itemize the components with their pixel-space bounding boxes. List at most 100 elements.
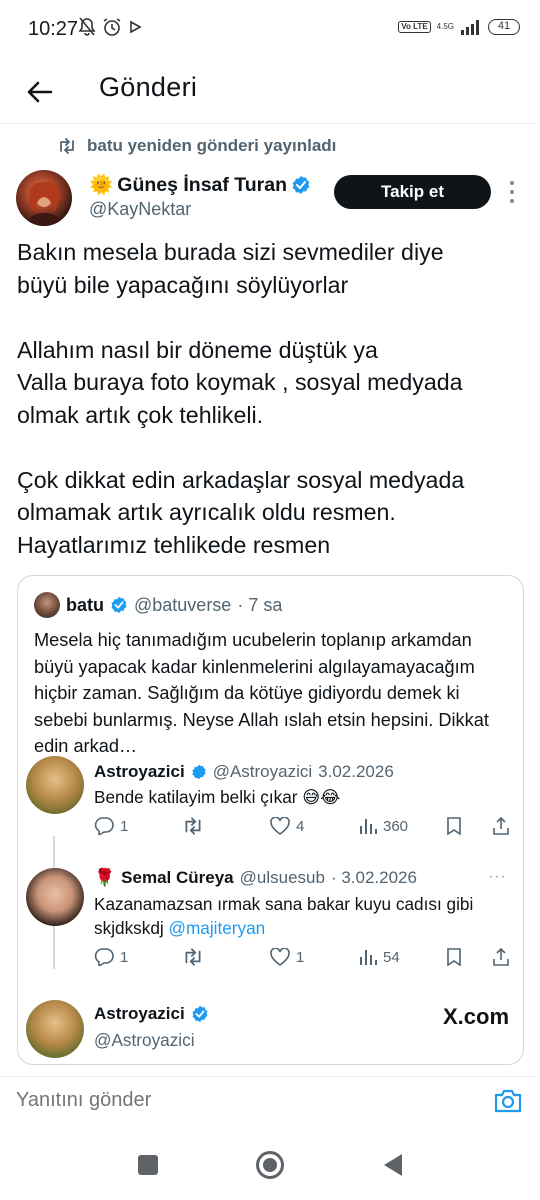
avatar-portrait [26, 181, 62, 226]
like-count: 4 [296, 817, 305, 835]
watermark-text: X.com [443, 1004, 510, 1029]
author-name[interactable]: 🌞 Güneş İnsaf Turan [89, 173, 311, 197]
square-icon [138, 1155, 158, 1175]
comment-icon [94, 948, 114, 966]
reply-avatar [26, 868, 84, 926]
heart-icon [270, 817, 290, 835]
quoted-author-handle: @batuverse [134, 594, 232, 615]
reply-button[interactable]: 1 [94, 948, 128, 966]
reply-author-name: Astroyazici [94, 762, 185, 781]
quoted-post-header: batu @batuverse · 7 sa [34, 592, 282, 618]
reply-date: 3.02.2026 [318, 762, 394, 781]
camera-button[interactable] [493, 1087, 523, 1117]
reply-author-handle: @Astroyazici [212, 762, 313, 781]
reply-actions: 1 4 360 [94, 817, 514, 841]
reply-author-handle: @Astroyazici [94, 1030, 195, 1050]
recents-button[interactable] [133, 1150, 163, 1180]
post-paragraph: Çok dikkat edin arkadaşlar sosyal medyad… [17, 466, 465, 558]
reply-header: Astroyazici [94, 1004, 209, 1024]
status-system-icons: Vo LTE 4.5G 41 [398, 19, 520, 35]
share-icon [493, 817, 509, 835]
status-bar: 10:27 Vo LTE 4.5G 41 [0, 0, 540, 62]
quoted-post-time: · 7 sa [237, 594, 283, 615]
post-paragraph: Allahım nasıl bir döneme düştük ya Valla… [17, 336, 463, 428]
reply-more-button[interactable]: ··· [488, 868, 507, 886]
repost-indicator[interactable]: batu yeniden gönderi yayınladı [57, 136, 336, 156]
author-emoji: 🌞 [89, 174, 114, 196]
views-button[interactable]: 360 [359, 817, 408, 835]
triangle-back-icon [384, 1154, 402, 1176]
bookmark-icon [447, 817, 461, 835]
heart-icon [270, 948, 290, 966]
dot-icon [510, 181, 514, 185]
follow-button[interactable]: Takip et [334, 175, 491, 209]
system-nav-bar [0, 1130, 540, 1200]
reply-input[interactable] [16, 1089, 436, 1112]
app-header: Gönderi [0, 62, 540, 124]
verified-badge-icon [111, 596, 127, 614]
share-button[interactable] [492, 817, 510, 835]
like-button[interactable]: 4 [270, 817, 304, 835]
reply-author-name: Astroyazici [94, 1004, 185, 1023]
more-options-button[interactable] [506, 181, 518, 203]
quoted-post-text: Mesela hiç tanımadığım ucubelerin toplan… [34, 630, 489, 756]
reply-author-emoji: 🌹 [94, 868, 116, 887]
reply-author-handle: @ulsuesub [239, 868, 325, 887]
share-button[interactable] [492, 948, 510, 966]
reply-count: 1 [120, 817, 129, 835]
views-count: 54 [383, 948, 400, 966]
reply-composer [0, 1076, 540, 1128]
reply-mention[interactable]: @majiteryan [169, 918, 266, 938]
reply-date: · 3.02.2026 [330, 868, 417, 887]
network-type: 4.5G [436, 22, 454, 31]
mute-bell-icon [78, 17, 96, 36]
reply-actions: 1 1 54 [94, 948, 514, 972]
back-button[interactable] [20, 72, 60, 112]
circle-icon [256, 1151, 284, 1179]
repost-button[interactable] [182, 948, 204, 966]
reply-text: Bende katilayim belki çıkar 😅😂 [94, 787, 341, 807]
alarm-icon [103, 18, 121, 36]
dot-icon [510, 199, 514, 203]
views-button[interactable]: 54 [359, 948, 400, 966]
post-paragraph: Bakın mesela burada sizi sevmediler diye… [17, 239, 444, 298]
reply-avatar [26, 756, 84, 814]
volte-icon: Vo LTE [398, 21, 431, 33]
back-nav-button[interactable] [378, 1150, 408, 1180]
views-icon [360, 950, 377, 965]
signal-icon [461, 20, 479, 35]
play-store-icon [130, 20, 142, 34]
reply-button[interactable]: 1 [94, 817, 128, 835]
author-name-text: Güneş İnsaf Turan [117, 173, 288, 196]
quoted-author-name: batu [66, 594, 104, 615]
battery-icon: 41 [488, 19, 520, 35]
home-button[interactable] [255, 1150, 285, 1180]
reply-count: 1 [120, 948, 129, 966]
like-button[interactable]: 1 [270, 948, 304, 966]
page-title: Gönderi [99, 72, 198, 102]
thread-line [53, 929, 55, 969]
watermark-logo: X.com [443, 1004, 509, 1030]
repost-text: batu yeniden gönderi yayınladı [87, 136, 337, 155]
reply-avatar [26, 1000, 84, 1058]
verified-badge-icon [292, 176, 310, 194]
bookmark-icon [447, 948, 461, 966]
reply-handle: @Astroyazici [94, 1028, 514, 1052]
post-text: Bakın mesela burada sizi sevmediler diye… [17, 236, 522, 561]
author-handle[interactable]: @KayNektar [89, 199, 191, 220]
repost-icon [185, 948, 201, 966]
reply-text: Kazanamazsan ırmak sana bakar kuyu cadıs… [94, 892, 484, 940]
dot-icon [510, 190, 514, 194]
repost-button[interactable] [182, 817, 204, 835]
bookmark-button[interactable] [446, 948, 462, 966]
quoted-post-card[interactable]: batu @batuverse · 7 sa Mesela hiç tanıma… [17, 575, 524, 1065]
verified-badge-icon [192, 764, 206, 780]
author-avatar[interactable] [16, 170, 72, 226]
verified-badge-icon [192, 1005, 208, 1023]
reply-text-body: Kazanamazsan ırmak sana bakar kuyu cadıs… [94, 894, 474, 938]
share-icon [493, 948, 509, 966]
bookmark-button[interactable] [446, 817, 462, 835]
quoted-author-avatar [34, 592, 60, 618]
repost-icon [185, 817, 201, 835]
views-count: 360 [383, 817, 409, 835]
